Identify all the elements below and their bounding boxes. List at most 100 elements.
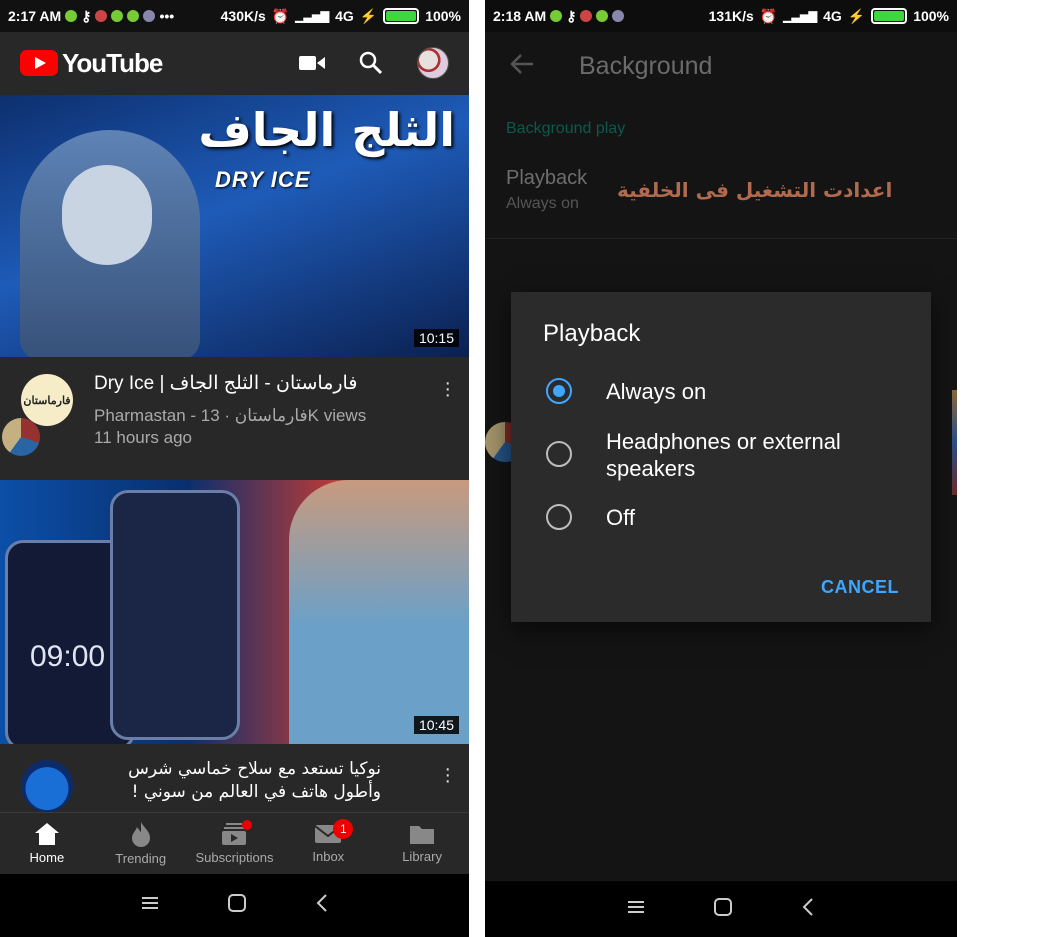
nav-inbox-label: Inbox (312, 849, 345, 864)
folder-icon (410, 826, 435, 844)
nav-inbox[interactable]: 1 Inbox (281, 813, 375, 874)
nav-home[interactable]: Home (0, 813, 94, 874)
network-type: 4G (335, 8, 354, 24)
section-heading: Background play (506, 120, 626, 137)
nav-library-label: Library (402, 849, 442, 864)
channel-avatar[interactable]: فارماستان (21, 374, 73, 426)
annotation-text: اعدادت التشغيل فى الخلفية (617, 178, 893, 202)
notification-icon (596, 10, 609, 22)
inbox-badge: 1 (333, 819, 354, 839)
network-speed: 430K/s (220, 8, 266, 24)
thumbnail-face (62, 165, 152, 265)
battery-icon (383, 8, 420, 24)
video-channel-views: Pharmastan - فارماستان · 13K views (94, 406, 367, 425)
nav-subscriptions-label: Subscriptions (195, 850, 274, 865)
video-duration: 10:45 (413, 716, 459, 734)
alarm-icon: ⏰ (271, 7, 290, 24)
thumbnail-person (289, 480, 469, 744)
video-title[interactable]: نوكيا تستعد مع سلاح خماسي شرس وأطول هاتف… (94, 758, 381, 804)
setting-value: Always on (506, 195, 579, 212)
video-age: 11 hours ago (94, 428, 192, 447)
thumbnail-phone (110, 490, 240, 740)
menu-icon[interactable] (628, 900, 644, 919)
radio-unselected-icon[interactable] (546, 504, 572, 530)
battery-icon (871, 8, 908, 24)
option-headphones[interactable]: Headphones or external speakers (511, 428, 931, 486)
channel-avatar-text: فارماستان (23, 394, 71, 407)
setting-label: Playback (506, 167, 588, 189)
status-bar: 2:17 AM ⚷ ••• 430K/s ⏰ ▁▃▅▇ 4G ⚡ 100% (0, 0, 469, 32)
video-meta[interactable]: نوكيا تستعد مع سلاح خماسي شرس وأطول هاتف… (0, 744, 469, 812)
status-bar: 2:18 AM ⚷ 131K/s ⏰ ▁▃▅▇ 4G ⚡ 100% (485, 0, 957, 32)
signal-icon: ▁▃▅▇ (295, 10, 330, 23)
home-button-icon[interactable] (714, 897, 732, 921)
bottom-navigation: Home Trending Subscriptions 1 Inbox Libr… (0, 812, 469, 874)
thumbnail-clock: 09:00 (30, 640, 106, 673)
alarm-icon: ⏰ (759, 7, 778, 24)
page-title: Background (579, 51, 713, 80)
channel-avatar[interactable] (21, 760, 73, 812)
fire-icon (131, 822, 150, 847)
more-options-icon[interactable]: · · · (444, 373, 451, 405)
back-icon[interactable] (316, 894, 328, 917)
option-off[interactable]: Off (511, 504, 931, 536)
radio-selected-icon[interactable] (546, 378, 572, 404)
account-avatar[interactable] (417, 47, 449, 79)
brand-name: YouTube (62, 47, 163, 78)
charging-icon: ⚡ (359, 7, 378, 24)
menu-icon[interactable] (141, 896, 158, 915)
subscriptions-badge (241, 820, 252, 830)
thumbnail-title-english: DRY ICE (215, 167, 311, 192)
youtube-logo[interactable]: YouTube (20, 47, 163, 79)
nav-trending-label: Trending (115, 851, 167, 866)
notification-icon (65, 10, 78, 22)
back-icon[interactable] (802, 897, 814, 921)
nav-trending[interactable]: Trending (94, 813, 188, 874)
system-navigation-bar (0, 874, 469, 937)
video-duration: 10:15 (413, 329, 459, 347)
video-thumbnail[interactable]: الثلج الجاف DRY ICE 10:15 (0, 95, 469, 357)
radio-unselected-icon[interactable] (546, 441, 572, 467)
battery-percent: 100% (913, 8, 949, 24)
overlay-avatar (2, 418, 40, 456)
system-navigation-bar (485, 881, 957, 937)
video-title[interactable]: Dry Ice | فارماستان - الثلج الجاف (94, 372, 429, 395)
cancel-button[interactable]: CANCEL (821, 577, 899, 598)
nav-home-label: Home (29, 850, 65, 865)
battery-percent: 100% (425, 8, 461, 24)
option-label: Always on (606, 379, 707, 404)
app-header: YouTube (0, 32, 469, 94)
nav-library[interactable]: Library (375, 813, 469, 874)
charging-icon: ⚡ (847, 7, 866, 24)
search-icon[interactable] (359, 51, 383, 75)
notification-icon (111, 10, 124, 22)
settings-header: Background (485, 32, 957, 100)
home-icon (34, 823, 59, 845)
key-icon: ⚷ (81, 7, 92, 24)
video-thumbnail[interactable]: 09:00 10:45 (0, 480, 469, 744)
home-button-icon[interactable] (227, 894, 246, 917)
video-meta[interactable]: فارماستان Dry Ice | فارماستان - الثلج ال… (0, 358, 469, 480)
key-icon: ⚷ (566, 7, 577, 24)
camera-upload-icon[interactable] (299, 53, 325, 73)
playback-dialog: Playback Always on Headphones or externa… (511, 292, 931, 622)
option-always-on[interactable]: Always on (511, 378, 931, 410)
network-type: 4G (823, 8, 842, 24)
dialog-title: Playback (543, 320, 641, 347)
notification-icon (143, 10, 156, 22)
nav-subscriptions[interactable]: Subscriptions (188, 813, 282, 874)
back-arrow-icon[interactable] (510, 53, 534, 79)
notification-icon (612, 10, 625, 22)
status-time: 2:17 AM (8, 8, 62, 24)
youtube-home-screen: 2:17 AM ⚷ ••• 430K/s ⏰ ▁▃▅▇ 4G ⚡ 100% Yo… (0, 0, 469, 937)
option-label: Headphones or external speakers (606, 429, 841, 481)
notification-icon (580, 10, 593, 22)
status-time: 2:18 AM (493, 8, 547, 24)
notification-icon (550, 10, 563, 22)
network-speed: 131K/s (708, 8, 754, 24)
background-settings-screen: 2:18 AM ⚷ 131K/s ⏰ ▁▃▅▇ 4G ⚡ 100% Backgr… (485, 0, 957, 937)
more-options-icon[interactable]: · · · (444, 759, 451, 791)
option-label: Off (606, 505, 635, 530)
notification-icon (95, 10, 108, 22)
divider (485, 238, 957, 239)
